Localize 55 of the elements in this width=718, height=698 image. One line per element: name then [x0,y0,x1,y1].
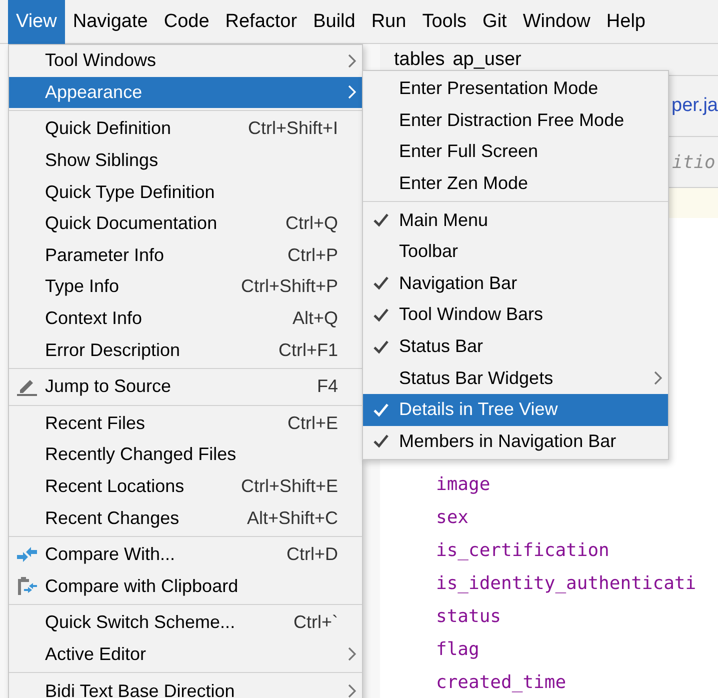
code-line: created_time [436,671,568,695]
menu-bar-item[interactable]: Build [305,0,364,44]
menu-item[interactable]: Active Editor [9,638,362,670]
menu-bar-item[interactable]: Help [598,0,654,44]
menu-bar-item[interactable]: Tools [414,0,475,44]
menu-item[interactable]: Error Description Ctrl+F1 [9,334,362,366]
menu-item[interactable]: Show Siblings [9,144,362,176]
menu-bar-item[interactable]: Refactor [217,0,306,44]
code-line: image [436,473,492,497]
menu-item[interactable]: Bidi Text Base Direction [9,675,362,698]
menu-item[interactable]: Quick Documentation Ctrl+Q [9,208,362,240]
menu-item[interactable]: Enter Presentation Mode [363,73,668,105]
menu-item[interactable]: Quick Switch Scheme... Ctrl+` [9,607,362,639]
breadcrumb-item[interactable]: ap_user [452,48,522,70]
menu-item[interactable]: Enter Full Screen [363,136,668,168]
editor-tab[interactable]: per.ja [672,95,718,117]
menu-item[interactable]: Quick Definition Ctrl+Shift+I [9,113,362,145]
code-line: is_identity_authenticati [436,572,698,596]
menu-item[interactable]: Recent Locations Ctrl+Shift+E [9,470,362,502]
menu-bar-item[interactable]: View [8,0,65,44]
menu-item[interactable]: Jump to Source F4 [9,370,362,403]
breadcrumb-item[interactable]: tables [394,48,445,70]
menu-item[interactable]: Compare With... Ctrl+D [9,538,362,570]
code-line: sex [436,506,470,530]
menu-bar-item[interactable]: Window [514,0,598,44]
menu-item[interactable]: Details in Tree View [363,394,668,426]
menu-item[interactable]: Enter Zen Mode [363,168,668,200]
menu-item[interactable]: Tool Windows [9,45,362,77]
menu-item[interactable]: Main Menu [363,204,668,236]
menu-item[interactable]: Navigation Bar [363,268,668,300]
menu-item[interactable]: Compare with Clipboard [9,570,362,602]
code-line: flag [436,638,480,662]
menu-item[interactable]: Context Info Alt+Q [9,302,362,334]
menu-item[interactable]: Status Bar [363,330,668,362]
code-line: is_certification [436,539,610,563]
menu-bar-item[interactable]: Code [156,0,218,44]
menu-item[interactable]: Enter Distraction Free Mode [363,104,668,136]
menu-item[interactable]: Toolbar [363,236,668,268]
menu-item[interactable]: Appearance [9,76,362,108]
menu-item[interactable]: Recent Files Ctrl+E [9,408,362,440]
menu-item[interactable]: Type Info Ctrl+Shift+P [9,271,362,303]
menu-item[interactable]: Recently Changed Files [9,439,362,471]
menu-bar-item[interactable]: Git [474,0,515,44]
menu-item[interactable]: Quick Type Definition [9,176,362,208]
menu-bar-item[interactable]: Run [363,0,414,44]
compare-arrows-icon [16,546,38,564]
clipboard-compare-icon [16,575,38,598]
menu-item[interactable]: Parameter Info Ctrl+P [9,240,362,272]
menu-item[interactable]: Recent Changes Alt+Shift+C [9,502,362,534]
menu-item[interactable]: Members in Navigation Bar [363,426,668,458]
menu-item[interactable]: Tool Window Bars [363,299,668,331]
menu-bar-item[interactable]: Navigate [64,0,156,44]
menu-item[interactable]: Status Bar Widgets [363,362,668,394]
hint-text: itio [672,152,716,172]
code-line: status [436,605,502,629]
